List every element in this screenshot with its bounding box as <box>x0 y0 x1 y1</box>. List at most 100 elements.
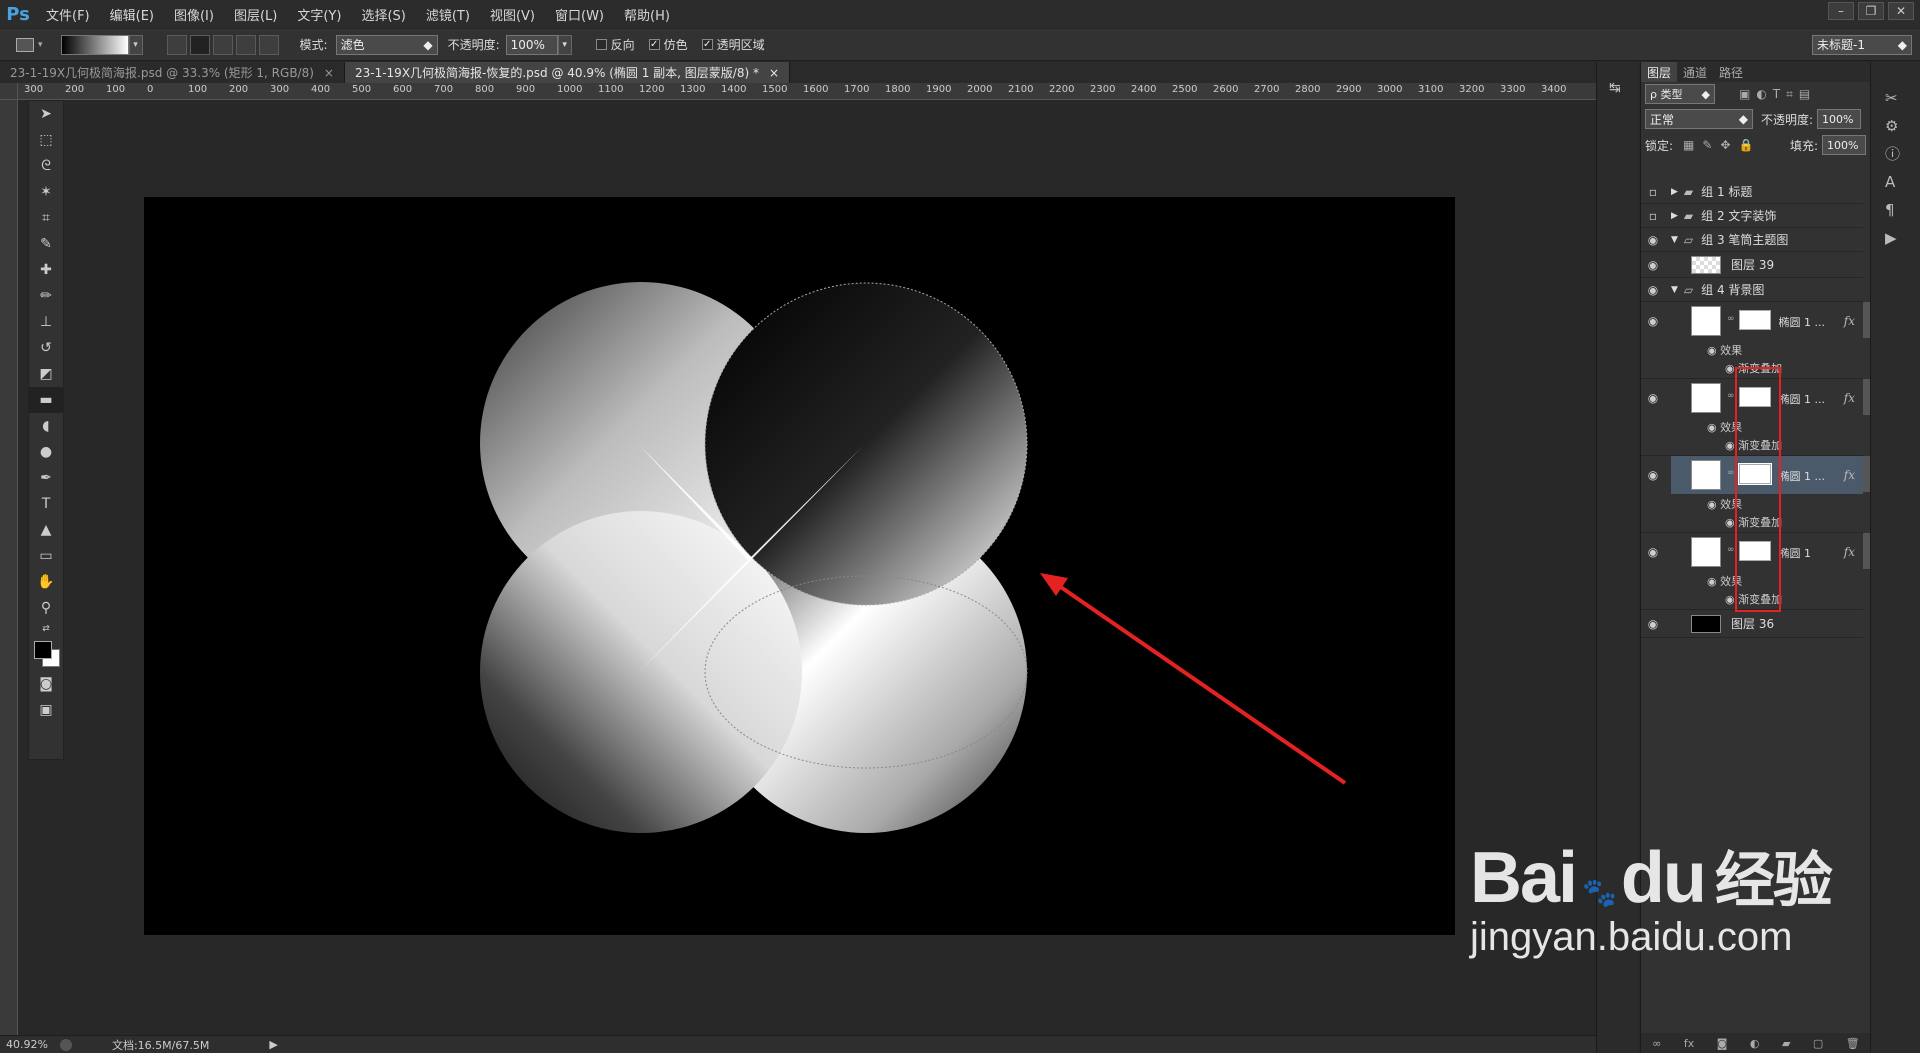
link-icon[interactable]: ∞ <box>1727 468 1735 478</box>
restore-button[interactable]: ❐ <box>1858 2 1884 20</box>
transparency-checkbox[interactable]: ✓ 透明区域 <box>701 36 765 53</box>
gradient-preview[interactable] <box>60 34 129 55</box>
menu-type[interactable]: 文字(Y) <box>287 5 351 24</box>
delete-layer-icon[interactable]: 🗑 <box>1846 1037 1860 1050</box>
eye-icon[interactable]: ◉ <box>1641 233 1665 247</box>
mode-select[interactable]: 滤色 ◆ <box>335 34 438 55</box>
close-icon[interactable]: × <box>769 66 779 80</box>
new-layer-icon[interactable]: ▢ <box>1813 1037 1823 1050</box>
hand-tool-icon[interactable]: ✋ <box>29 569 63 595</box>
ruler-origin[interactable] <box>0 83 18 100</box>
crop-tool-icon[interactable]: ⌗ <box>29 205 63 231</box>
lasso-tool-icon[interactable]: ᘓ <box>29 153 63 179</box>
eye-icon[interactable]: ◉ <box>1641 617 1665 631</box>
fill-field[interactable]: 100% <box>1822 135 1866 155</box>
healing-brush-tool-icon[interactable]: ✚ <box>29 257 63 283</box>
gradient-tool-icon[interactable]: ▬ <box>29 387 63 413</box>
filter-type-select[interactable]: ρ 类型 ◆ <box>1645 84 1715 104</box>
tool-presets-icon[interactable]: ✂ <box>1885 84 1920 112</box>
tab-layers[interactable]: 图层 <box>1641 62 1678 82</box>
layer-mask-thumbnail[interactable] <box>1738 310 1771 330</box>
link-layers-icon[interactable]: ∞ <box>1652 1037 1661 1050</box>
menu-view[interactable]: 视图(V) <box>480 5 545 24</box>
eye-icon[interactable]: ◉ <box>1641 258 1665 272</box>
radial-gradient-icon[interactable] <box>189 34 210 55</box>
foreground-color-swatch[interactable] <box>34 641 52 659</box>
chevron-down-icon[interactable]: ▾ <box>557 34 572 55</box>
dither-checkbox[interactable]: ✓ 仿色 <box>648 36 688 53</box>
screen-mode-icon[interactable]: ▣ <box>29 697 63 723</box>
workspace-select[interactable]: 未标题-1 ◆ <box>1812 34 1912 55</box>
blur-tool-icon[interactable]: ◖ <box>29 413 63 439</box>
layer-row[interactable]: ◉ 图层 39 <box>1641 252 1863 278</box>
tool-preset-picker[interactable]: ▾ <box>16 37 43 52</box>
visibility-toggle[interactable]: ▫ <box>1641 185 1665 199</box>
layer-opacity-field[interactable]: 100% <box>1817 109 1862 129</box>
close-icon[interactable]: × <box>324 66 334 80</box>
move-tool-icon[interactable]: ➤ <box>29 101 63 127</box>
menu-file[interactable]: 文件(F) <box>36 5 100 24</box>
eye-icon[interactable]: ◉ <box>1707 498 1720 511</box>
collapse-arrow-icon[interactable]: ▼ <box>1671 235 1678 245</box>
fx-icon[interactable]: fx <box>1844 468 1855 482</box>
link-icon[interactable]: ∞ <box>1727 391 1735 401</box>
eye-icon[interactable]: ◉ <box>1641 314 1665 328</box>
adjustment-layer-icon[interactable]: ◐ <box>1750 1037 1760 1050</box>
color-swatches[interactable] <box>29 637 63 671</box>
path-selection-tool-icon[interactable]: ▲ <box>29 517 63 543</box>
eraser-tool-icon[interactable]: ◩ <box>29 361 63 387</box>
history-brush-tool-icon[interactable]: ↺ <box>29 335 63 361</box>
type-tool-icon[interactable]: T <box>29 491 63 517</box>
eyedropper-tool-icon[interactable]: ✎ <box>29 231 63 257</box>
menu-image[interactable]: 图像(I) <box>164 5 224 24</box>
reverse-checkbox[interactable]: 反向 <box>595 36 635 53</box>
add-style-icon[interactable]: fx <box>1684 1037 1694 1050</box>
info-icon[interactable]: ⓘ <box>1885 140 1920 168</box>
adjust-icon[interactable]: ⚙ <box>1885 112 1920 140</box>
eye-icon[interactable]: ◉ <box>1707 575 1720 588</box>
eye-icon[interactable]: ◉ <box>1641 391 1665 405</box>
layer-row[interactable]: ▫ ▶ ▰ 组 1 标题 <box>1641 180 1863 204</box>
linear-gradient-icon[interactable] <box>166 34 187 55</box>
dodge-tool-icon[interactable]: ● <box>29 439 63 465</box>
marquee-tool-icon[interactable]: ⬚ <box>29 127 63 153</box>
actions-icon[interactable]: ▶ <box>1885 224 1920 252</box>
link-icon[interactable]: ∞ <box>1727 545 1735 555</box>
reflected-gradient-icon[interactable] <box>235 34 256 55</box>
status-icon[interactable] <box>59 1038 72 1051</box>
collapse-arrow-icon[interactable]: ▼ <box>1671 285 1678 295</box>
status-menu-arrow-icon[interactable]: ▶ <box>269 1038 277 1051</box>
clone-stamp-tool-icon[interactable]: ⊥ <box>29 309 63 335</box>
menu-help[interactable]: 帮助(H) <box>614 5 680 24</box>
menu-window[interactable]: 窗口(W) <box>545 5 614 24</box>
menu-select[interactable]: 选择(S) <box>351 5 415 24</box>
angle-gradient-icon[interactable] <box>212 34 233 55</box>
fx-icon[interactable]: fx <box>1844 391 1855 405</box>
opacity-field[interactable]: 100% <box>505 34 558 55</box>
menu-filter[interactable]: 滤镜(T) <box>416 5 480 24</box>
eye-icon[interactable]: ◉ <box>1641 283 1665 297</box>
add-mask-icon[interactable]: ◙ <box>1717 1037 1728 1050</box>
eye-icon[interactable]: ◉ <box>1641 468 1665 482</box>
eye-icon[interactable]: ◉ <box>1641 545 1665 559</box>
layer-row[interactable]: ◉ 图层 36 <box>1641 610 1863 638</box>
expand-arrow-icon[interactable]: ▶ <box>1671 211 1678 221</box>
expand-arrow-icon[interactable]: ▶ <box>1671 187 1678 197</box>
filter-icons[interactable]: ▣◐T⌗▤ <box>1739 87 1816 102</box>
quick-mask-icon[interactable]: ◙ <box>29 671 63 697</box>
swap-colors-icon[interactable]: ⇄ <box>29 621 63 637</box>
tab-paths[interactable]: 路径 <box>1713 62 1749 82</box>
layer-row[interactable]: ◉ ▼ ▱ 组 4 背景图 <box>1641 278 1863 302</box>
magic-wand-tool-icon[interactable]: ✶ <box>29 179 63 205</box>
diamond-gradient-icon[interactable] <box>258 34 279 55</box>
eye-icon[interactable]: ◉ <box>1707 421 1720 434</box>
layer-row[interactable]: ◉ ▼ ▱ 组 3 笔筒主题图 <box>1641 228 1863 252</box>
tab-channels[interactable]: 通道 <box>1677 62 1713 82</box>
vertical-ruler[interactable] <box>0 100 18 1035</box>
visibility-toggle[interactable]: ▫ <box>1641 209 1665 223</box>
pen-tool-icon[interactable]: ✒ <box>29 465 63 491</box>
new-group-icon[interactable]: ▰ <box>1782 1037 1790 1050</box>
menu-layer[interactable]: 图层(L) <box>224 5 287 24</box>
fx-icon[interactable]: fx <box>1844 314 1855 328</box>
zoom-tool-icon[interactable]: ⚲ <box>29 595 63 621</box>
